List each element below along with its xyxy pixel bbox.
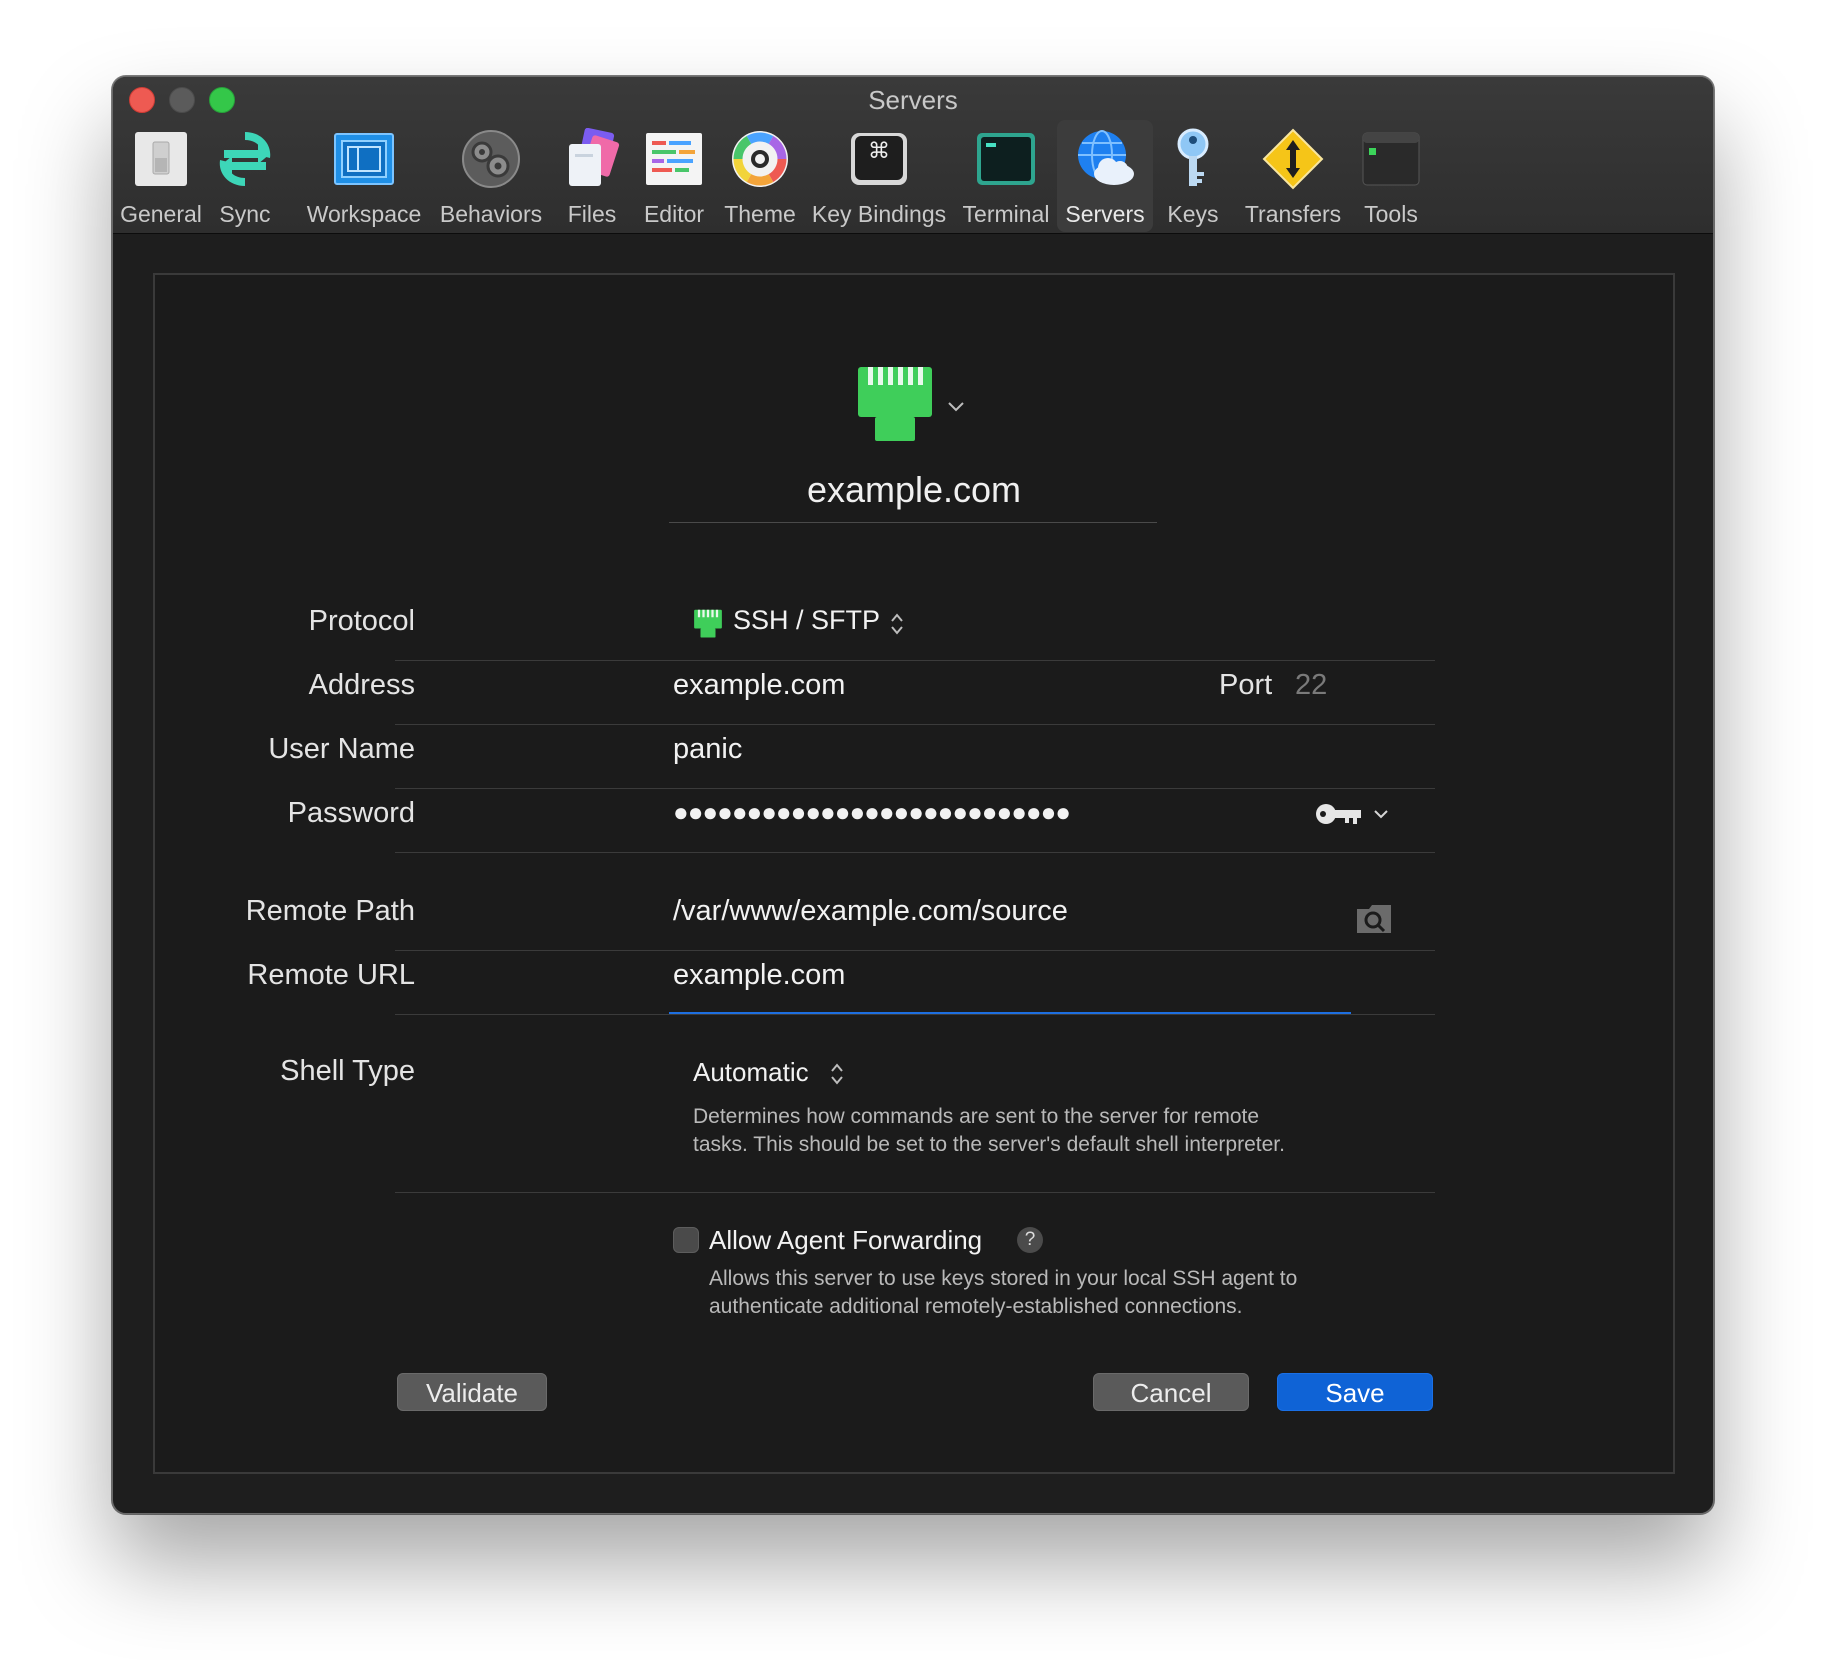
toolbar-item-sync[interactable]: Sync <box>209 120 281 232</box>
separator <box>395 660 1435 661</box>
validate-button[interactable]: Validate <box>397 1373 547 1411</box>
toolbar-item-editor[interactable]: Editor <box>637 120 711 232</box>
protocol-value: SSH / SFTP <box>733 605 881 635</box>
toolbar-item-theme[interactable]: Theme <box>719 120 801 232</box>
server-settings-panel: example.com Protocol SSH / SFTP Address … <box>153 273 1675 1474</box>
workspace-window-icon <box>334 133 394 185</box>
toolbar-item-files[interactable]: Files <box>557 120 627 232</box>
command-key-glyph: ⌘ <box>868 139 890 164</box>
remote-path-label: Remote Path <box>245 895 415 927</box>
toolbar-item-tools[interactable]: Tools <box>1353 120 1429 232</box>
toolbar-item-keys[interactable]: Keys <box>1159 120 1227 232</box>
key-icon <box>1177 128 1209 186</box>
help-button[interactable]: ? <box>1017 1227 1043 1253</box>
separator <box>395 788 1435 789</box>
ethernet-plug-small-icon <box>694 609 722 638</box>
command-key-icon: ⌘ <box>851 133 907 185</box>
protocol-popup[interactable]: SSH / SFTP <box>693 605 913 645</box>
key-menu-button[interactable] <box>1315 801 1395 831</box>
password-label: Password <box>287 797 415 829</box>
separator <box>395 852 1435 853</box>
port-label: Port <box>1219 669 1273 701</box>
agent-forwarding-hint-line-2: authenticate additional remotely-establi… <box>709 1295 1243 1318</box>
shell-type-hint-line-1: Determines how commands are sent to the … <box>693 1105 1260 1128</box>
shell-type-hint-line-2: tasks. This should be set to the server'… <box>693 1133 1285 1156</box>
transfers-sign-icon <box>1262 128 1324 190</box>
separator <box>395 1014 1435 1015</box>
shell-type-popup[interactable]: Automatic <box>693 1057 863 1097</box>
sync-arrows-icon <box>219 132 271 186</box>
remote-url-field[interactable]: example.com <box>673 959 845 992</box>
separator <box>395 724 1435 725</box>
password-field[interactable]: ●●●●●●●●●●●●●●●●●●●●●●●●●●● <box>673 797 1071 828</box>
shell-type-value: Automatic <box>693 1057 809 1087</box>
updown-chevron-icon <box>831 1063 843 1085</box>
files-icon <box>569 128 620 186</box>
port-field[interactable]: 22 <box>1295 669 1327 702</box>
agent-forwarding-hint-line-1: Allows this server to use keys stored in… <box>709 1267 1298 1290</box>
chevron-down-icon <box>1374 810 1388 819</box>
toolbar-item-servers[interactable]: Servers <box>1057 120 1153 232</box>
remote-path-field[interactable]: /var/www/example.com/source <box>673 895 1068 928</box>
gears-icon <box>462 130 520 188</box>
username-label: User Name <box>268 733 415 765</box>
shell-type-label: Shell Type <box>280 1055 415 1087</box>
toolbar-item-terminal[interactable]: Terminal <box>955 120 1057 232</box>
separator <box>395 950 1435 951</box>
toolbar-item-key-bindings[interactable]: ⌘ Key Bindings <box>805 120 953 232</box>
agent-forwarding-label: Allow Agent Forwarding <box>709 1225 983 1255</box>
toolbar-item-workspace[interactable]: Workspace <box>303 120 425 232</box>
username-field[interactable]: panic <box>673 733 742 766</box>
editor-document-icon <box>646 133 702 185</box>
chevron-down-icon <box>948 402 964 412</box>
toolbar-item-general[interactable]: General <box>115 120 207 232</box>
terminal-icon <box>977 133 1035 185</box>
key-icon <box>1316 804 1361 824</box>
address-field[interactable]: example.com <box>673 669 845 702</box>
protocol-label: Protocol <box>308 605 415 637</box>
server-name-underline <box>669 522 1157 523</box>
agent-forwarding-checkbox[interactable] <box>673 1227 699 1253</box>
cancel-button[interactable]: Cancel <box>1093 1373 1249 1411</box>
globe-cloud-icon <box>1078 130 1134 185</box>
tools-panel-icon <box>1362 132 1420 186</box>
separator <box>395 1192 1435 1193</box>
server-name-field[interactable]: example.com <box>155 469 1673 511</box>
light-switch-icon <box>135 132 187 186</box>
titlebar: Servers General Sync Workspace Behaviors… <box>113 77 1713 234</box>
preferences-window: Servers General Sync Workspace Behaviors… <box>112 76 1714 1514</box>
browse-folder-icon[interactable] <box>1355 903 1393 935</box>
remote-url-label: Remote URL <box>247 959 415 991</box>
toolbar-item-transfers[interactable]: Transfers <box>1237 120 1349 232</box>
toolbar-item-behaviors[interactable]: Behaviors <box>439 120 543 232</box>
window-title: Servers <box>868 85 958 115</box>
save-button[interactable]: Save <box>1277 1373 1433 1411</box>
address-label: Address <box>308 669 415 701</box>
server-icon-picker[interactable] <box>855 365 965 445</box>
color-wheel-icon <box>732 131 788 187</box>
updown-chevron-icon <box>891 613 903 635</box>
ethernet-plug-icon <box>858 367 932 441</box>
